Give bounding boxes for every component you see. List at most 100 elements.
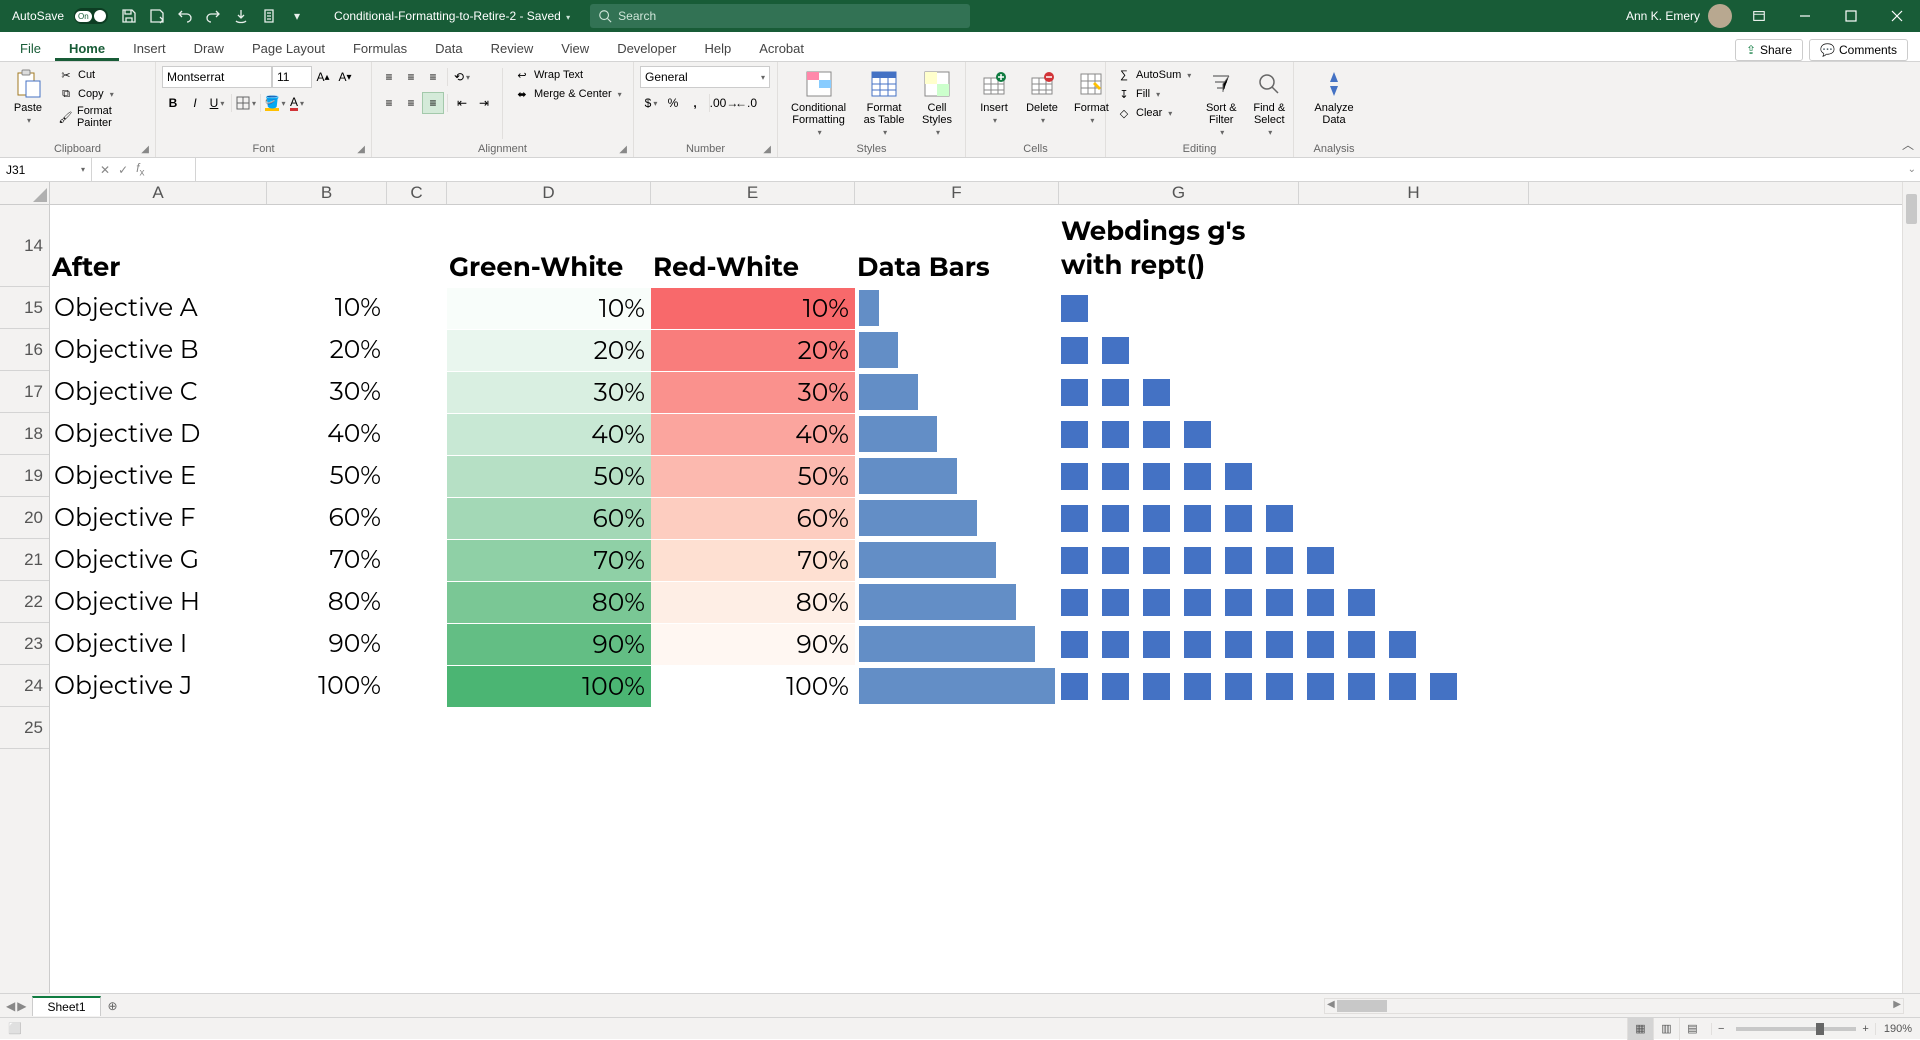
- cell-webdings[interactable]: [1059, 581, 1529, 623]
- cell-pct[interactable]: 80%: [267, 581, 387, 623]
- cut-button[interactable]: ✂Cut: [54, 66, 149, 84]
- save-icon[interactable]: [120, 7, 138, 25]
- cell-label[interactable]: Objective F: [50, 497, 267, 539]
- zoom-thumb[interactable]: [1816, 1023, 1824, 1035]
- tab-insert[interactable]: Insert: [119, 35, 180, 61]
- font-size-select[interactable]: [272, 66, 312, 88]
- cell-webdings[interactable]: [1059, 455, 1529, 497]
- tab-developer[interactable]: Developer: [603, 35, 690, 61]
- cell-green-white[interactable]: 80%: [447, 581, 651, 623]
- number-dialog-icon[interactable]: ◢: [763, 144, 771, 155]
- column-header-A[interactable]: A: [50, 182, 267, 204]
- zoom-level[interactable]: 190%: [1875, 1023, 1912, 1035]
- cell-green-white-header[interactable]: Green-White: [447, 205, 651, 287]
- copy-button[interactable]: ⧉Copy▾: [54, 85, 149, 103]
- scrollbar-thumb[interactable]: [1906, 194, 1917, 224]
- column-headers[interactable]: ABCDEFGH: [50, 182, 1902, 205]
- comments-button[interactable]: 💬Comments: [1809, 39, 1908, 61]
- row-header-22[interactable]: 22: [0, 581, 49, 623]
- increase-font-icon[interactable]: A▴: [312, 66, 334, 88]
- align-bottom-icon[interactable]: ≡: [422, 66, 444, 88]
- row-header-15[interactable]: 15: [0, 287, 49, 329]
- row-header-25[interactable]: 25: [0, 707, 49, 749]
- cell-pct[interactable]: 70%: [267, 539, 387, 581]
- page-break-view-icon[interactable]: ▤: [1679, 1018, 1705, 1040]
- cell-label[interactable]: Objective C: [50, 371, 267, 413]
- zoom-slider[interactable]: [1736, 1027, 1856, 1031]
- cell-red-white[interactable]: 80%: [651, 581, 855, 623]
- hsb-left-icon[interactable]: ◀: [1327, 999, 1335, 1010]
- tab-home[interactable]: Home: [55, 35, 119, 61]
- find-select-button[interactable]: Find & Select ▾: [1247, 66, 1291, 140]
- fill-button[interactable]: ↧Fill▾: [1112, 85, 1195, 103]
- record-macro-icon[interactable]: ⬜: [8, 1023, 22, 1035]
- cell-data-bar[interactable]: [855, 665, 1059, 707]
- number-format-select[interactable]: General▾: [640, 66, 770, 88]
- cell-pct[interactable]: 60%: [267, 497, 387, 539]
- touch-mode-icon[interactable]: [232, 7, 250, 25]
- row-header-17[interactable]: 17: [0, 371, 49, 413]
- cell-pct[interactable]: 10%: [267, 287, 387, 329]
- align-right-icon[interactable]: ≡: [422, 92, 444, 114]
- font-color-icon[interactable]: A▾: [286, 92, 308, 114]
- cell-webdings-header[interactable]: Webdings g'swith rept(): [1059, 205, 1529, 287]
- tab-draw[interactable]: Draw: [180, 35, 238, 61]
- cell-green-white[interactable]: 10%: [447, 287, 651, 329]
- cell-data-bar[interactable]: [855, 581, 1059, 623]
- hsb-thumb[interactable]: [1337, 1000, 1387, 1012]
- row-header-21[interactable]: 21: [0, 539, 49, 581]
- decrease-indent-icon[interactable]: ⇤: [451, 92, 473, 114]
- sheet-nav-next-icon[interactable]: ▶: [17, 999, 26, 1013]
- decrease-font-icon[interactable]: A▾: [334, 66, 356, 88]
- cell-data-bar[interactable]: [855, 455, 1059, 497]
- insert-cells-button[interactable]: Insert▾: [972, 66, 1016, 128]
- cell-label[interactable]: Objective A: [50, 287, 267, 329]
- print-preview-icon[interactable]: [260, 7, 278, 25]
- format-as-table-button[interactable]: Format as Table ▾: [857, 66, 911, 140]
- cell-webdings[interactable]: [1059, 539, 1529, 581]
- cell-label[interactable]: Objective E: [50, 455, 267, 497]
- row-header-24[interactable]: 24: [0, 665, 49, 707]
- cell-pct[interactable]: 30%: [267, 371, 387, 413]
- align-top-icon[interactable]: ≡: [378, 66, 400, 88]
- cell-data-bar[interactable]: [855, 497, 1059, 539]
- cell-data-bar[interactable]: [855, 371, 1059, 413]
- cell-pct[interactable]: 50%: [267, 455, 387, 497]
- undo-icon[interactable]: [176, 7, 194, 25]
- select-all-corner[interactable]: [0, 182, 50, 205]
- autosum-button[interactable]: ∑AutoSum▾: [1112, 66, 1195, 84]
- align-middle-icon[interactable]: ≡: [400, 66, 422, 88]
- accounting-format-icon[interactable]: $▾: [640, 92, 662, 114]
- tab-review[interactable]: Review: [477, 35, 548, 61]
- add-sheet-button[interactable]: ⊕: [101, 999, 125, 1013]
- cell-webdings[interactable]: [1059, 665, 1529, 707]
- cell-red-white[interactable]: 10%: [651, 287, 855, 329]
- increase-decimal-icon[interactable]: .00→: [713, 92, 735, 114]
- cell-red-white-header[interactable]: Red-White: [651, 205, 855, 287]
- cell-label[interactable]: Objective G: [50, 539, 267, 581]
- column-header-E[interactable]: E: [651, 182, 855, 204]
- cell-after-header[interactable]: After: [50, 205, 267, 287]
- conditional-formatting-button[interactable]: Conditional Formatting ▾: [784, 66, 853, 140]
- increase-indent-icon[interactable]: ⇥: [473, 92, 495, 114]
- wrap-text-button[interactable]: ↩Wrap Text: [510, 66, 626, 84]
- align-left-icon[interactable]: ≡: [378, 92, 400, 114]
- column-header-H[interactable]: H: [1299, 182, 1529, 204]
- cell-green-white[interactable]: 30%: [447, 371, 651, 413]
- cell-label[interactable]: Objective I: [50, 623, 267, 665]
- page-layout-view-icon[interactable]: ▥: [1653, 1018, 1679, 1040]
- tab-view[interactable]: View: [547, 35, 603, 61]
- cell-red-white[interactable]: 70%: [651, 539, 855, 581]
- cell-red-white[interactable]: 50%: [651, 455, 855, 497]
- orientation-icon[interactable]: ⟲▾: [451, 66, 473, 88]
- bold-icon[interactable]: B: [162, 92, 184, 114]
- cell-data-bar[interactable]: [855, 413, 1059, 455]
- fill-color-icon[interactable]: 🪣▾: [264, 92, 286, 114]
- qat-customize-icon[interactable]: ▾: [288, 7, 306, 25]
- row-headers[interactable]: 141516171819202122232425: [0, 205, 50, 993]
- cell-red-white[interactable]: 20%: [651, 329, 855, 371]
- column-header-C[interactable]: C: [387, 182, 447, 204]
- zoom-out-icon[interactable]: −: [1711, 1023, 1730, 1035]
- cell-green-white[interactable]: 40%: [447, 413, 651, 455]
- cell-label[interactable]: Objective D: [50, 413, 267, 455]
